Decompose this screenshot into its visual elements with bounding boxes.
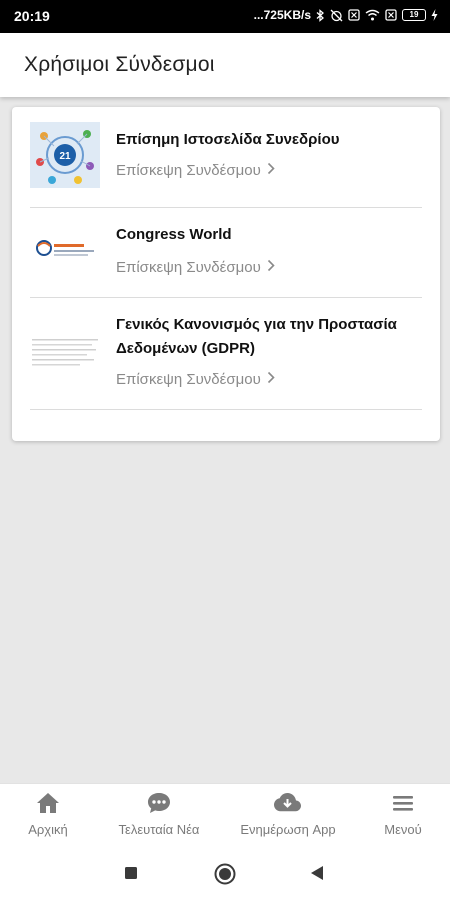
links-card: 21 Επίσημη Ιστοσελίδα Συνεδρίου Επίσκεψη…	[12, 107, 440, 441]
visit-link-button[interactable]: Επίσκεψη Συνδέσμου	[116, 259, 275, 276]
link-item-congress-world[interactable]: Congress World Επίσκεψη Συνδέσμου	[30, 208, 422, 298]
cloud-download-icon	[274, 792, 302, 819]
status-icons: ...725KB/s 19	[254, 8, 438, 22]
visit-link-button[interactable]: Επίσκεψη Συνδέσμου	[116, 162, 275, 179]
link-item-gdpr[interactable]: Γενικός Κανονισμός για την Προστασία Δεδ…	[30, 298, 422, 410]
nav-update-app[interactable]: Ενημέρωση App	[232, 792, 344, 837]
status-bar: 20:19 ...725KB/s 19	[0, 0, 450, 33]
nav-update-app-label: Ενημέρωση App	[240, 822, 336, 837]
visit-link-label: Επίσκεψη Συνδέσμου	[116, 259, 261, 276]
chevron-right-icon	[267, 162, 275, 179]
gdpr-document-thumbnail	[30, 333, 100, 373]
nav-menu[interactable]: Μενού	[376, 792, 430, 837]
congress-world-logo-thumbnail	[30, 226, 100, 276]
chevron-right-icon	[267, 259, 275, 276]
chevron-right-icon	[267, 371, 275, 388]
bottom-navigation: Αρχική Τελευταία Νέα Ενημέρωση App Μενού	[0, 783, 450, 847]
visit-link-label: Επίσκεψη Συνδέσμου	[116, 371, 261, 388]
alarm-off-icon	[330, 9, 343, 22]
svg-text:21: 21	[59, 151, 71, 162]
bluetooth-icon	[316, 8, 325, 22]
recent-apps-button[interactable]	[124, 866, 138, 885]
status-time: 20:19	[14, 8, 50, 24]
app-bar: Χρήσιμοι Σύνδεσμοι	[0, 33, 450, 97]
menu-icon	[392, 792, 414, 819]
link-title: Επίσημη Ιστοσελίδα Συνεδρίου	[116, 131, 340, 148]
wifi-icon	[365, 9, 380, 21]
page-title: Χρήσιμοι Σύνδεσμοι	[24, 53, 215, 76]
nav-latest-news-label: Τελευταία Νέα	[118, 822, 200, 837]
link-title: Γενικός Κανονισμός για την Προστασία Δεδ…	[116, 316, 397, 357]
back-button[interactable]	[310, 865, 324, 886]
nav-menu-label: Μενού	[384, 822, 422, 837]
sim-card-2-icon	[385, 9, 397, 21]
network-speed: ...725KB/s	[253, 8, 311, 22]
nav-home[interactable]: Αρχική	[20, 792, 76, 837]
chat-icon	[147, 792, 171, 819]
nav-home-label: Αρχική	[28, 822, 68, 837]
battery-icon: 19	[402, 9, 426, 21]
nav-latest-news[interactable]: Τελευταία Νέα	[108, 792, 210, 837]
visit-link-label: Επίσκεψη Συνδέσμου	[116, 162, 261, 179]
link-item-official-website[interactable]: 21 Επίσημη Ιστοσελίδα Συνεδρίου Επίσκεψη…	[30, 107, 422, 208]
system-navigation-bar	[0, 847, 450, 900]
battery-level: 19	[409, 10, 419, 19]
home-icon	[36, 792, 60, 819]
charging-icon	[431, 9, 438, 21]
visit-link-button[interactable]: Επίσκεψη Συνδέσμου	[116, 371, 275, 388]
home-button[interactable]	[214, 863, 236, 890]
congress-logo-thumbnail: 21	[30, 122, 100, 188]
sim-card-icon	[348, 9, 360, 21]
link-title: Congress World	[116, 226, 232, 243]
